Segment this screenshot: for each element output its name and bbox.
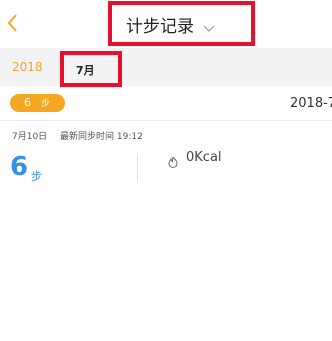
year-tab[interactable]: 2018 [12,60,43,74]
chevron-left-icon[interactable] [2,10,24,36]
record-sync-time: 最新同步时间 19:12 [60,132,143,142]
date-navigation: 2018 [0,48,332,86]
record-calories: 0Kcal [186,150,222,165]
step-total-value: 6 [24,96,31,109]
step-total-unit: 步 [41,99,51,109]
record-steps-unit: 步 [31,170,42,183]
month-tab[interactable]: 7月 [60,51,122,87]
page-title: 计步记录 [126,17,194,37]
record-steps: 6 [10,152,29,182]
step-total-badge: 6步 [10,94,65,112]
record-date: 7月10日 [12,132,48,142]
vertical-divider [137,154,138,182]
chevron-down-icon [202,18,216,32]
header: 计步记录 [0,0,332,48]
summary-date: 2018-7 [290,96,332,111]
step-record-item[interactable]: 7月10日 最新同步时间 19:12 6 步 0Kcal [0,122,332,192]
month-summary: 6步 2018-7 [0,89,332,119]
divider [0,120,332,121]
title-dropdown[interactable]: 计步记录 [108,1,255,46]
month-label: 7月 [76,64,95,77]
flame-icon [167,153,179,169]
